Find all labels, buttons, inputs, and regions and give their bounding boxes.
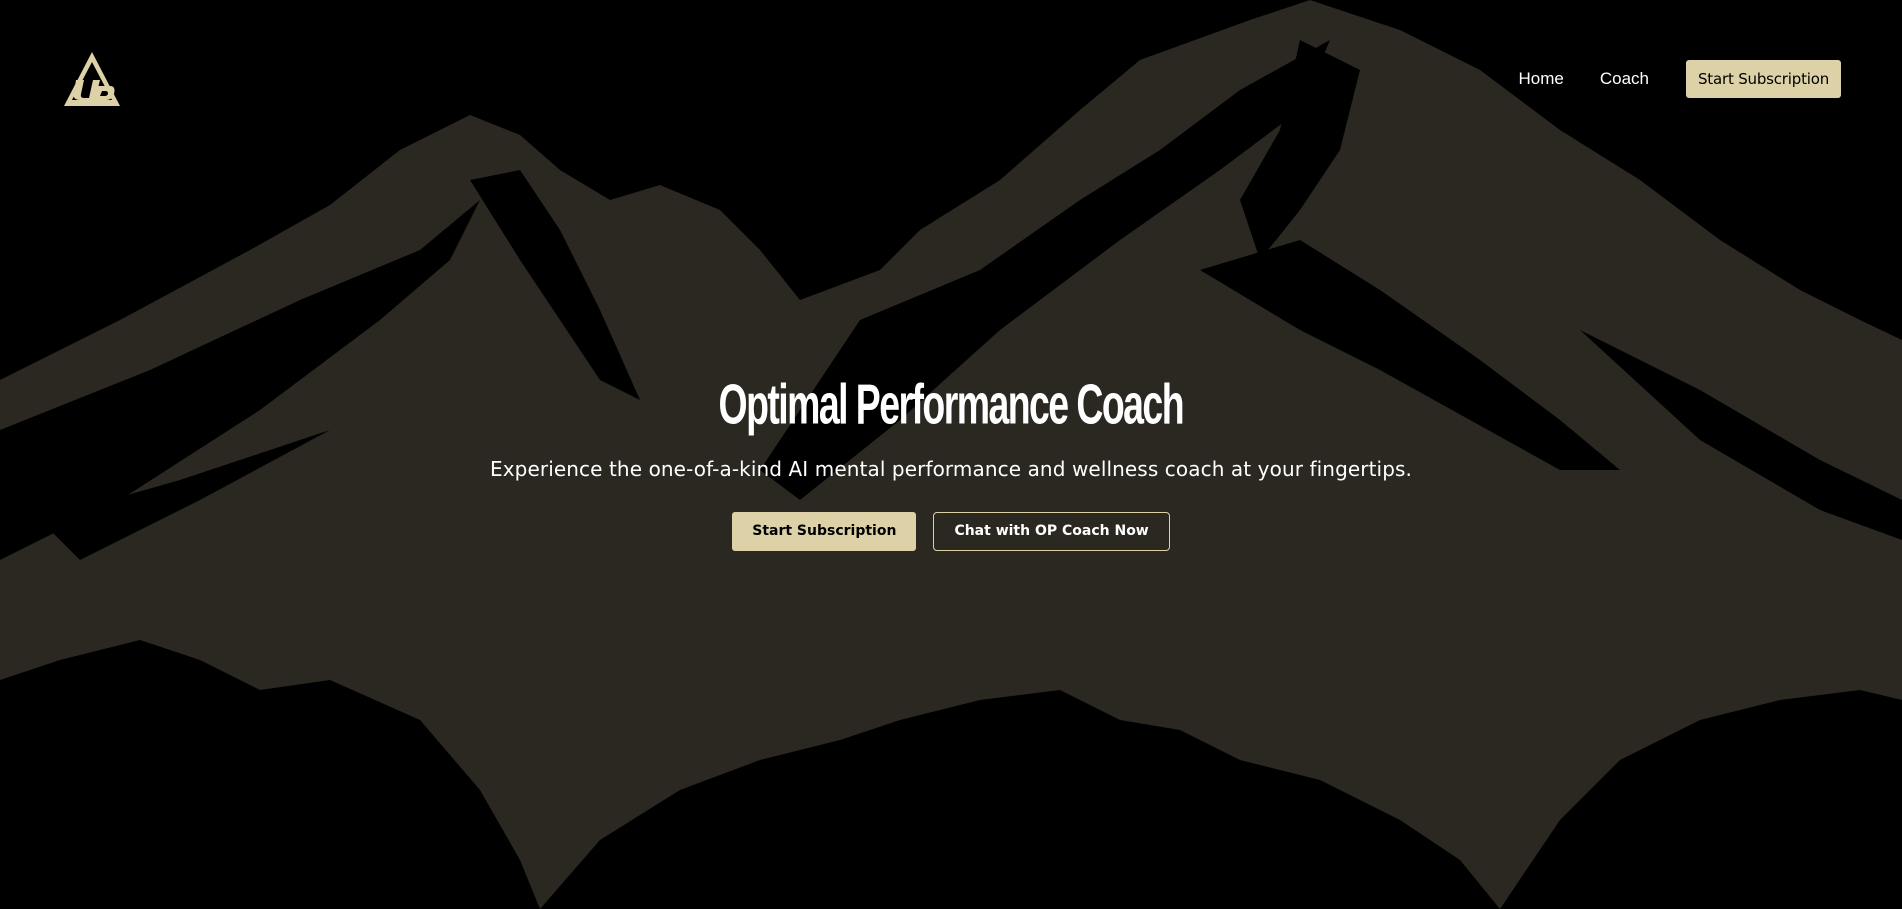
top-navigation: Home Coach Start Subscription xyxy=(1519,59,1841,99)
hero-section: Optimal Performance Coach Experience the… xyxy=(0,374,1902,551)
hero-actions: Start Subscription Chat with OP Coach No… xyxy=(0,511,1902,551)
hero-title: Optimal Performance Coach xyxy=(718,374,1185,437)
hero-start-subscription-button[interactable]: Start Subscription xyxy=(732,511,917,551)
nav-link-home[interactable]: Home xyxy=(1519,69,1564,89)
landing-page: Home Coach Start Subscription Optimal Pe… xyxy=(0,0,1902,909)
hero-subtitle: Experience the one-of-a-kind AI mental p… xyxy=(490,456,1412,481)
chat-with-coach-button[interactable]: Chat with OP Coach Now xyxy=(933,511,1170,551)
op-logo-icon[interactable] xyxy=(62,50,122,108)
nav-link-coach[interactable]: Coach xyxy=(1600,69,1649,89)
nav-start-subscription-button[interactable]: Start Subscription xyxy=(1686,60,1841,98)
